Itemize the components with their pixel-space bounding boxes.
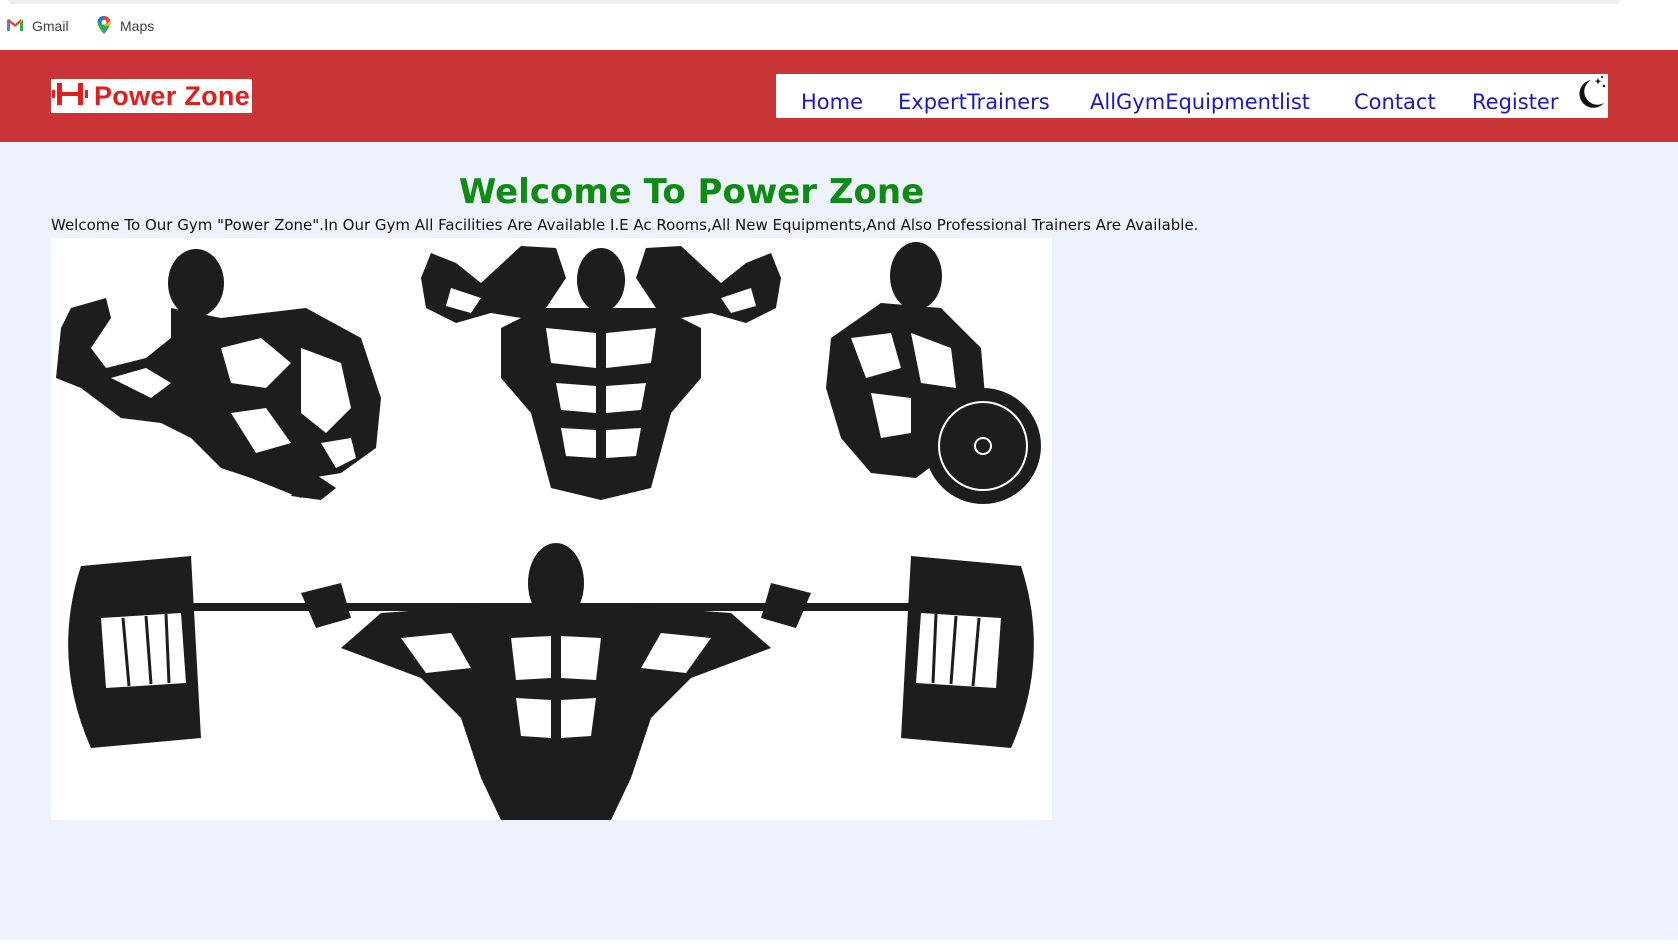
nav-register[interactable]: Register [1472, 90, 1558, 114]
intro-text: Welcome To Our Gym "Power Zone".In Our G… [51, 216, 1199, 234]
gmail-icon [6, 18, 24, 35]
bookmark-label: Maps [120, 18, 155, 34]
front-pose-bodybuilder-center [421, 246, 781, 500]
main-content: Welcome To Power Zone Welcome To Our Gym… [0, 142, 1678, 944]
page-title: Welcome To Power Zone [458, 172, 925, 212]
maps-pin-icon [96, 15, 112, 38]
nav-contact[interactable]: Contact [1354, 90, 1436, 114]
bookmark-gmail[interactable]: Gmail [6, 16, 69, 36]
address-bar-edge [8, 0, 1620, 4]
site-header: Power Zone Home ExpertTrainers AllGymEqu… [0, 50, 1678, 142]
dumbbell-icon [52, 81, 88, 111]
barbell-lifter-bottom [68, 543, 1034, 820]
bookmark-maps[interactable]: Maps [96, 15, 155, 38]
logo-text: Power Zone [94, 80, 251, 111]
bookmark-label: Gmail [32, 18, 69, 34]
main-nav: Home ExpertTrainers AllGymEquipmentlist … [776, 74, 1608, 118]
nav-equipment-list[interactable]: AllGymEquipmentlist [1090, 90, 1310, 114]
nav-expert-trainers[interactable]: ExpertTrainers [898, 90, 1050, 114]
page-bottom-edge [0, 940, 1678, 944]
logo[interactable]: Power Zone [51, 79, 253, 113]
nav-home[interactable]: Home [801, 90, 863, 114]
bookmarks-bar: Gmail Maps [0, 0, 1678, 50]
moon-icon[interactable] [1571, 74, 1608, 114]
bodybuilders-illustration [51, 238, 1052, 820]
